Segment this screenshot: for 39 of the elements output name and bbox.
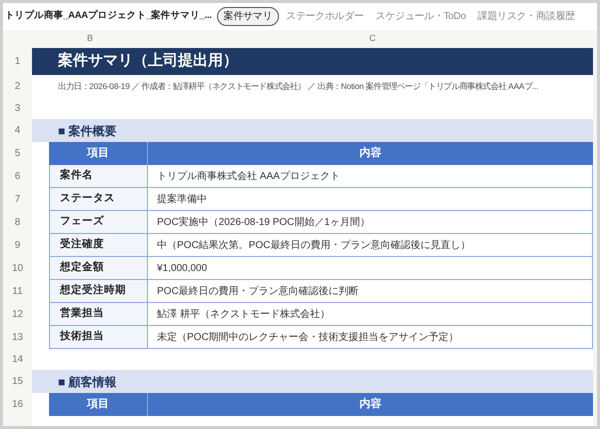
title-banner: 案件サマリ（上司提出用） [32, 48, 593, 75]
row-number: 12 [10, 308, 24, 322]
sheet-tab[interactable]: スケジュール・ToDo [370, 8, 471, 25]
table-header-cell: 内容 [148, 142, 593, 165]
sheet-tab[interactable]: 案件サマリ [216, 7, 280, 26]
table-header-cell: 項目 [49, 393, 148, 416]
row-number: 16 [10, 398, 24, 412]
table-cell: 営業担当 [49, 303, 148, 326]
table-cell: ステータス [49, 188, 148, 211]
column-header: B [86, 32, 93, 46]
table-cell: 想定受注時期 [49, 280, 148, 303]
row-number: 10 [10, 262, 24, 276]
sheet-tab[interactable]: ステークホルダー [281, 8, 369, 25]
row-number: 13 [10, 331, 24, 345]
table-header-cell: 項目 [49, 142, 148, 165]
row-number: 15 [10, 375, 24, 389]
row-number: 11 [11, 285, 24, 299]
file-title: トリプル商事_AAAプロジェクト_案件サマリ_... [5, 9, 212, 24]
table-cell: フェーズ [49, 211, 148, 234]
section-heading: ■ 顧客情報 [32, 370, 593, 393]
table-header-cell: 内容 [148, 393, 593, 416]
row-number: 1 [14, 55, 22, 69]
table-cell: 受注確度 [49, 234, 148, 257]
section-heading: ■ 案件概要 [32, 119, 593, 142]
row-number: 2 [14, 80, 22, 94]
row-number: 9 [14, 239, 22, 253]
row-number: 8 [14, 216, 22, 230]
row-number: 6 [14, 170, 22, 184]
table-cell: 技術担当 [49, 326, 148, 349]
row-number: 7 [14, 193, 22, 207]
column-header: C [369, 32, 376, 46]
meta-text: 出力日：2026-08-19 ／ 作成者：鮎澤耕平（ネクストモード株式会社） ／ 出典：Notion 案件管理ページ「トリプル商事株式会社 AAAプ... [58, 80, 538, 93]
table-cell: 案件名 [49, 165, 148, 188]
row-number: 3 [14, 102, 22, 116]
row-number: 14 [10, 353, 24, 367]
sheet-tab[interactable]: 課題リスク・商談履歴 [472, 8, 580, 25]
table-cell: 想定金額 [49, 257, 148, 280]
row-number: 4 [14, 124, 22, 138]
row-number: 5 [14, 147, 22, 161]
